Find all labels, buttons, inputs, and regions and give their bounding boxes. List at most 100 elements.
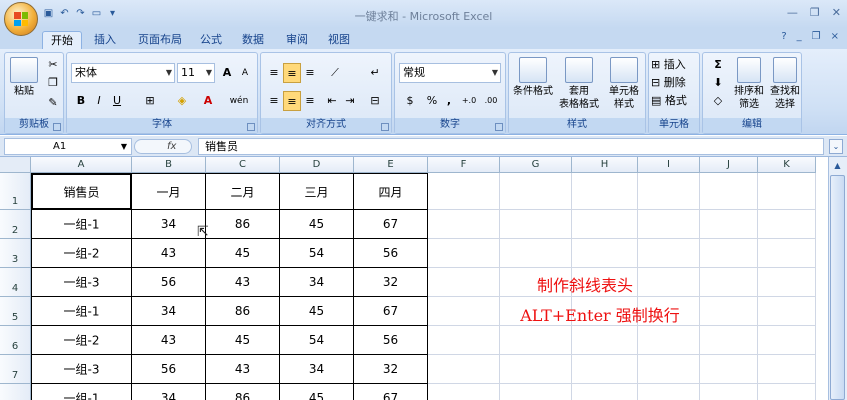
autosum-icon[interactable]: Σ xyxy=(707,55,729,75)
cell[interactable]: 销售员 xyxy=(31,173,132,210)
align-middle-icon[interactable]: ≡ xyxy=(283,63,301,83)
borders-icon[interactable]: ⊞ xyxy=(139,91,161,111)
cell[interactable]: 45 xyxy=(206,239,280,268)
merge-center-icon[interactable]: ⊟ xyxy=(365,91,385,111)
help-icon[interactable]: ? xyxy=(781,31,786,42)
row-header-3[interactable]: 3 xyxy=(0,239,31,268)
cell[interactable]: 一组-3 xyxy=(31,268,132,297)
align-right-icon[interactable]: ≡ xyxy=(301,91,319,111)
cell[interactable] xyxy=(572,239,638,268)
cell[interactable]: 86 xyxy=(206,297,280,326)
cell[interactable]: 56 xyxy=(354,326,428,355)
cell[interactable] xyxy=(758,268,816,297)
cell[interactable] xyxy=(428,210,500,239)
cell[interactable]: 32 xyxy=(354,268,428,297)
column-header-e[interactable]: E xyxy=(354,157,428,173)
cell[interactable] xyxy=(758,239,816,268)
cell[interactable] xyxy=(638,239,700,268)
tab-home[interactable]: 开始 xyxy=(42,31,82,49)
column-header-j[interactable]: J xyxy=(700,157,758,173)
cut-icon[interactable]: ✂ xyxy=(45,55,61,75)
row-header-5[interactable]: 5 xyxy=(0,297,31,326)
close-icon[interactable]: ✕ xyxy=(832,6,841,19)
cell[interactable]: 86 xyxy=(206,210,280,239)
cell[interactable] xyxy=(428,326,500,355)
cell[interactable]: 67 xyxy=(354,210,428,239)
cell[interactable]: 34 xyxy=(132,384,206,400)
column-header-b[interactable]: B xyxy=(132,157,206,173)
cell[interactable]: 一组-1 xyxy=(31,210,132,239)
cell[interactable] xyxy=(758,173,816,210)
name-box[interactable]: A1 ▼ xyxy=(4,138,132,155)
minimize-icon[interactable]: — xyxy=(787,6,798,19)
cell[interactable]: 一组-2 xyxy=(31,239,132,268)
format-as-table-button[interactable]: 套用 表格格式 xyxy=(555,57,603,111)
cell[interactable] xyxy=(758,384,816,400)
cell[interactable]: 四月 xyxy=(354,173,428,210)
close-workbook-icon[interactable]: × xyxy=(831,31,839,42)
align-bottom-icon[interactable]: ≡ xyxy=(301,63,319,83)
cell[interactable] xyxy=(700,173,758,210)
decrease-decimal-button[interactable]: .00 xyxy=(481,91,501,111)
font-name-combo[interactable]: 宋体 ▼ xyxy=(71,63,175,83)
cell[interactable] xyxy=(500,173,572,210)
dialog-launcher-icon[interactable] xyxy=(495,123,503,131)
row-header-6[interactable]: 6 xyxy=(0,326,31,355)
row-header-8[interactable]: 8 xyxy=(0,384,31,400)
cell[interactable]: 一组-3 xyxy=(31,355,132,384)
font-color-button[interactable]: A xyxy=(199,91,217,111)
align-center-icon[interactable]: ≡ xyxy=(283,91,301,111)
cell[interactable]: 三月 xyxy=(280,173,354,210)
cell[interactable]: 一组-2 xyxy=(31,326,132,355)
number-format-combo[interactable]: 常规 ▼ xyxy=(399,63,501,83)
cell[interactable]: 34 xyxy=(280,268,354,297)
cell[interactable] xyxy=(758,297,816,326)
insert-function-button[interactable]: fx xyxy=(134,139,192,154)
cell[interactable] xyxy=(758,326,816,355)
sort-filter-button[interactable]: 排序和 筛选 xyxy=(731,57,767,111)
tab-page-layout[interactable]: 页面布局 xyxy=(130,31,190,49)
scroll-up-icon[interactable]: ▲ xyxy=(830,158,845,173)
cell[interactable] xyxy=(700,210,758,239)
cell[interactable]: 67 xyxy=(354,297,428,326)
fill-color-icon[interactable]: ◈ xyxy=(171,91,193,111)
cell[interactable] xyxy=(638,210,700,239)
cell[interactable]: 67 xyxy=(354,384,428,400)
clear-icon[interactable]: ◇ xyxy=(707,91,729,111)
cell[interactable]: 43 xyxy=(132,326,206,355)
cell[interactable] xyxy=(500,210,572,239)
cell[interactable]: 54 xyxy=(280,326,354,355)
cell[interactable] xyxy=(700,297,758,326)
cell[interactable] xyxy=(428,173,500,210)
wrap-text-icon[interactable]: ↵ xyxy=(365,63,385,83)
cell[interactable]: 34 xyxy=(280,355,354,384)
row-header-4[interactable]: 4 xyxy=(0,268,31,297)
cell[interactable]: 34 xyxy=(132,210,206,239)
tab-formulas[interactable]: 公式 xyxy=(192,31,230,49)
align-top-icon[interactable]: ≡ xyxy=(265,63,283,83)
scroll-thumb[interactable] xyxy=(830,175,845,400)
cell[interactable]: 56 xyxy=(132,355,206,384)
cell[interactable]: 54 xyxy=(280,239,354,268)
minimize-workbook-icon[interactable]: _ xyxy=(797,31,802,42)
cell-styles-button[interactable]: 单元格 样式 xyxy=(603,57,645,111)
conditional-format-button[interactable]: 条件格式 xyxy=(511,57,555,98)
shrink-font-button[interactable]: A xyxy=(237,63,253,83)
tab-review[interactable]: 审阅 xyxy=(278,31,316,49)
cell[interactable]: 32 xyxy=(354,355,428,384)
cell[interactable] xyxy=(572,384,638,400)
column-header-d[interactable]: D xyxy=(280,157,354,173)
cell[interactable] xyxy=(572,173,638,210)
font-size-combo[interactable]: 11 ▼ xyxy=(177,63,215,83)
restore-icon[interactable]: ❐ xyxy=(810,6,820,19)
percent-button[interactable]: % xyxy=(425,91,439,111)
cell[interactable] xyxy=(638,326,700,355)
phonetic-button[interactable]: wén xyxy=(225,91,253,111)
cell[interactable] xyxy=(638,173,700,210)
fill-icon[interactable]: ⬇ xyxy=(707,73,729,93)
column-header-k[interactable]: K xyxy=(758,157,816,173)
row-header-7[interactable]: 7 xyxy=(0,355,31,384)
column-header-i[interactable]: I xyxy=(638,157,700,173)
row-header-1[interactable]: 1 xyxy=(0,173,31,210)
insert-cells-button[interactable]: ⊞ 插入 xyxy=(651,55,699,75)
